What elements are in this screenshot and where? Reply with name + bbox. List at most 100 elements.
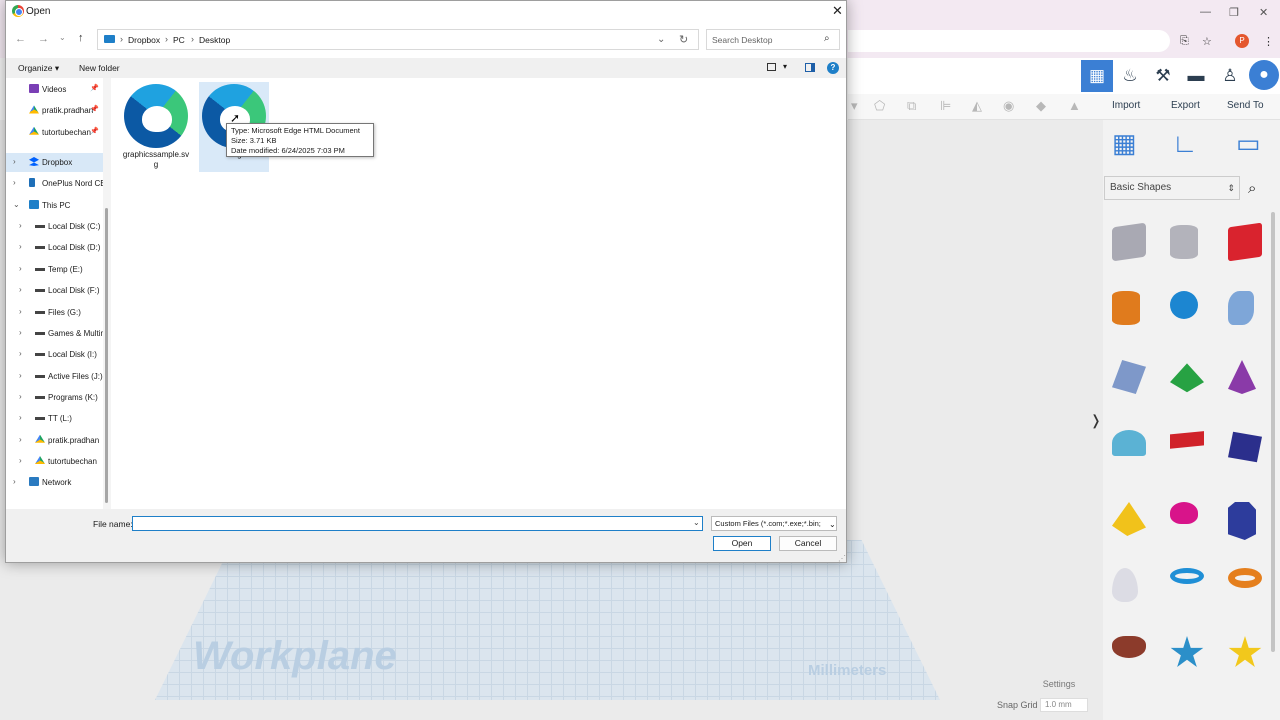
dialog-title-bar[interactable]: Open ✕ [6, 1, 846, 22]
nav-item[interactable]: › Local Disk (F:) [6, 281, 103, 300]
chevron-down-icon[interactable]: ⌄ [13, 200, 20, 209]
tube-shape[interactable] [1228, 568, 1262, 588]
nav-item[interactable]: › Programs (K:) [6, 388, 103, 407]
toolbox-icon[interactable]: ▬ [1180, 60, 1212, 92]
torus-shape[interactable] [1170, 568, 1204, 584]
chevron-down-icon[interactable]: ⌄ [693, 518, 700, 527]
file-name-input[interactable] [135, 517, 685, 530]
sphere-shape[interactable] [1170, 291, 1198, 319]
cylinder-shape[interactable] [1112, 291, 1140, 325]
breadcrumb-pc[interactable]: PC [173, 35, 185, 45]
nav-item[interactable]: › Local Disk (D:) [6, 238, 103, 257]
half-sphere-shape[interactable] [1170, 502, 1198, 524]
chevron-right-icon[interactable]: › [19, 435, 22, 444]
notes-icon[interactable]: ▭ [1236, 128, 1261, 159]
open-button[interactable]: Open [713, 536, 771, 551]
breadcrumb-dropbox[interactable]: Dropbox [128, 35, 160, 45]
chevron-down-icon[interactable]: ⌄ [657, 34, 665, 45]
round-roof-shape[interactable] [1112, 430, 1146, 456]
mirror-icon[interactable]: ◭ [972, 98, 982, 114]
breadcrumb-desktop[interactable]: Desktop [199, 35, 230, 45]
import-button[interactable]: Import [1112, 100, 1140, 111]
nav-item[interactable]: › pratik.pradhan [6, 431, 103, 450]
nav-item[interactable]: › Temp (E:) [6, 260, 103, 279]
nav-item[interactable]: tutortubechan 📌 [6, 123, 103, 142]
nav-item[interactable]: › OnePlus Nord CE [6, 174, 103, 193]
send-to-button[interactable]: Send To [1227, 100, 1264, 111]
install-app-icon[interactable]: ⎘ [1180, 35, 1189, 48]
dropdown-arrow-icon[interactable]: ▾ [851, 98, 858, 114]
file-item[interactable]: graphicssample.svg [121, 82, 191, 172]
chevron-right-icon[interactable]: › [19, 371, 22, 380]
panel-scrollbar[interactable] [1271, 212, 1275, 652]
align-icon[interactable]: ⊫ [940, 98, 951, 114]
search-input[interactable] [707, 30, 819, 49]
build-tools-icon[interactable]: ⚒ [1147, 60, 1179, 92]
nav-item[interactable]: › Local Disk (C:) [6, 217, 103, 236]
box-striped-shape[interactable] [1112, 222, 1146, 262]
ruler-icon[interactable]: ▲ [1068, 98, 1081, 113]
hexagonal-prism-shape[interactable] [1228, 502, 1256, 540]
snap-grid-select[interactable]: 1.0 mm [1040, 698, 1088, 712]
chevron-right-icon[interactable]: › [19, 349, 22, 358]
add-user-icon[interactable]: ♙ [1214, 60, 1246, 92]
minimize-icon[interactable]: — [1200, 6, 1211, 18]
window-close-icon[interactable]: ✕ [1259, 6, 1268, 19]
group-icon[interactable]: ⬠ [874, 98, 885, 114]
shape-search-icon[interactable]: ⌕ [1248, 180, 1256, 197]
file-type-select[interactable]: Custom Files (*.com;*.exe;*.bin; ⌄ [711, 516, 837, 531]
nav-item[interactable]: › Dropbox [6, 153, 103, 173]
chevron-right-icon[interactable]: › [19, 264, 22, 273]
chevron-right-icon[interactable]: › [19, 307, 22, 316]
box-shape[interactable] [1228, 222, 1262, 262]
preview-pane-icon[interactable] [805, 63, 815, 72]
nav-item[interactable]: › Games & Multimedia [6, 324, 103, 343]
nav-item[interactable]: Videos 📌 [6, 80, 103, 99]
panel-collapse-icon[interactable]: ❭ [1090, 412, 1102, 429]
heart-shape[interactable] [1112, 636, 1146, 658]
refresh-icon[interactable]: ↻ [679, 33, 688, 46]
file-list[interactable]: graphicssample.svg s...g [111, 78, 846, 509]
cruise-icon[interactable]: ◉ [1003, 98, 1014, 114]
chevron-right-icon[interactable]: › [13, 157, 16, 166]
chevron-right-icon[interactable]: › [19, 456, 22, 465]
organize-button[interactable]: Organize ▾ [18, 63, 59, 74]
cylinder-striped-shape[interactable] [1170, 225, 1198, 259]
profile-avatar[interactable]: P [1235, 34, 1249, 48]
workplane-tool-icon[interactable]: ◆ [1036, 98, 1046, 114]
search-icon[interactable]: ⌕ [824, 33, 830, 44]
chevron-right-icon[interactable]: › [19, 392, 22, 401]
nav-item[interactable]: › Network [6, 473, 103, 492]
scribble-shape[interactable] [1228, 291, 1254, 325]
grid-shapes-icon[interactable]: ▦ [1112, 128, 1137, 159]
scrollbar-thumb[interactable] [105, 208, 108, 503]
forward-arrow-icon[interactable]: → [38, 33, 49, 45]
view-options-icon[interactable] [767, 63, 776, 71]
chevron-right-icon[interactable]: › [13, 477, 16, 486]
chevron-right-icon[interactable]: › [19, 413, 22, 422]
ruler-corner-icon[interactable]: ∟ [1172, 128, 1197, 159]
shape-category-select[interactable]: Basic Shapes ⇕ [1104, 176, 1240, 200]
user-avatar[interactable]: ● [1249, 60, 1279, 90]
nav-item[interactable]: › Local Disk (I:) [6, 345, 103, 364]
lesson-icon[interactable]: ♨ [1114, 60, 1146, 92]
chevron-right-icon[interactable]: › [13, 178, 16, 187]
nav-item[interactable]: › TT (L:) [6, 409, 103, 428]
help-icon[interactable]: ? [827, 62, 839, 74]
up-arrow-icon[interactable]: ↑ [78, 32, 84, 44]
export-button[interactable]: Export [1171, 100, 1200, 111]
nav-item[interactable]: ⌄ This PC [6, 196, 103, 215]
chevron-right-icon[interactable]: › [19, 285, 22, 294]
chevron-right-icon[interactable]: › [19, 328, 22, 337]
chevron-right-icon[interactable]: › [19, 221, 22, 230]
recent-locations-icon[interactable]: ⌄ [59, 33, 66, 42]
close-icon[interactable]: ✕ [832, 3, 843, 19]
nav-item[interactable]: › tutortubechan [6, 452, 103, 471]
cancel-button[interactable]: Cancel [779, 536, 837, 551]
resize-grip-icon[interactable]: ⋰ [838, 554, 846, 563]
caret-down-icon[interactable]: ▾ [783, 62, 787, 71]
nav-item[interactable]: › Active Files (J:) [6, 367, 103, 386]
maximize-icon[interactable]: ❐ [1229, 6, 1239, 19]
settings-button[interactable]: Settings [1030, 675, 1088, 693]
grid-view-icon[interactable]: ▦ [1081, 60, 1113, 92]
